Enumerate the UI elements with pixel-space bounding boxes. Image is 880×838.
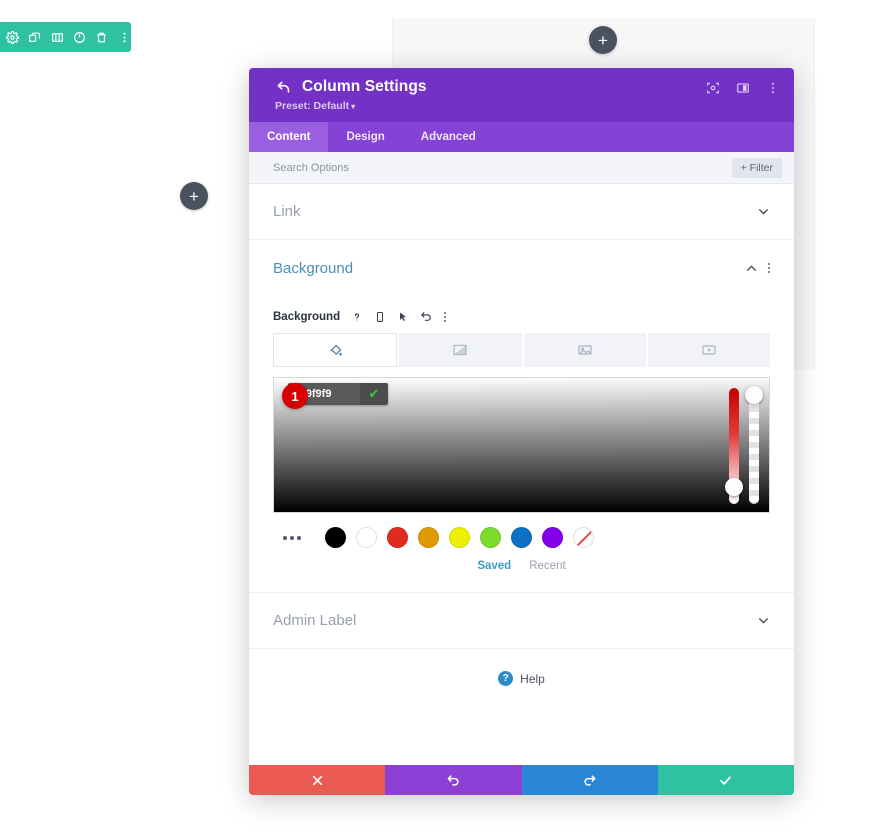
column-settings-modal: Column Settings Preset: Default ▾ Conten…	[249, 68, 794, 795]
background-field-label-row: Background	[273, 310, 770, 323]
disable-power-icon[interactable]	[73, 30, 86, 45]
add-module-button-left[interactable]: +	[180, 182, 208, 210]
swatch-orange[interactable]	[418, 527, 439, 548]
background-color-tab[interactable]	[273, 333, 398, 367]
background-gradient-tab[interactable]	[399, 333, 522, 367]
chevron-up-icon[interactable]	[745, 262, 758, 275]
tab-recent-colors[interactable]: Recent	[529, 560, 565, 572]
swatch-white[interactable]	[356, 527, 377, 548]
section-admin-label[interactable]: Admin Label	[249, 593, 794, 649]
trash-icon[interactable]	[95, 30, 108, 45]
swatch-black[interactable]	[325, 527, 346, 548]
color-sliders	[725, 386, 763, 504]
redo-arrow-icon	[584, 774, 596, 786]
saturation-value-area[interactable]: ✔	[273, 377, 770, 513]
checkmark-icon	[720, 776, 732, 785]
background-type-tabs	[273, 333, 770, 367]
header-icon-group	[706, 81, 780, 95]
swatch-green[interactable]	[480, 527, 501, 548]
back-arrow-icon[interactable]	[275, 79, 291, 95]
hue-slider[interactable]	[725, 388, 743, 504]
more-menu-icon[interactable]	[766, 81, 780, 95]
undo-button[interactable]	[385, 765, 522, 795]
alpha-slider[interactable]	[745, 386, 763, 504]
columns-icon[interactable]	[51, 30, 64, 45]
swatch-transparent[interactable]	[573, 527, 594, 548]
modal-body: Link Background Background 1 #f9f9f9 ✔ S…	[249, 184, 794, 765]
tab-content[interactable]: Content	[249, 122, 329, 152]
more-swatches-icon[interactable]	[283, 535, 301, 540]
swatch-blue[interactable]	[511, 527, 532, 548]
cancel-button[interactable]	[249, 765, 386, 795]
background-image-tab[interactable]	[523, 333, 646, 367]
preset-label: Preset: Default	[275, 100, 350, 112]
help-question-icon[interactable]	[351, 311, 363, 323]
hue-slider-handle[interactable]	[725, 478, 743, 496]
search-input[interactable]	[273, 161, 593, 174]
chevron-down-icon	[759, 618, 768, 624]
section-background[interactable]: Background	[249, 240, 794, 296]
background-field-label: Background	[273, 310, 341, 323]
modal-tab-bar: Content Design Advanced	[249, 122, 794, 152]
duplicate-icon[interactable]	[28, 30, 41, 45]
tab-advanced[interactable]: Advanced	[403, 122, 494, 152]
swatch-source-tabs: Saved Recent	[273, 560, 770, 572]
field-more-menu-icon[interactable]	[444, 311, 447, 322]
color-swatch-row	[273, 527, 770, 548]
close-x-icon	[312, 775, 322, 785]
help-question-circle-icon: ?	[498, 671, 514, 686]
split-view-icon[interactable]	[736, 81, 750, 95]
section-link[interactable]: Link	[249, 184, 794, 240]
swatch-yellow[interactable]	[449, 527, 470, 548]
preset-selector[interactable]: Preset: Default ▾	[275, 100, 355, 112]
hex-confirm-button[interactable]: ✔	[360, 383, 388, 405]
modal-header: Column Settings Preset: Default ▾	[249, 68, 794, 122]
tab-saved-colors[interactable]: Saved	[477, 560, 511, 572]
more-options-icon[interactable]	[118, 30, 131, 45]
swatch-red[interactable]	[387, 527, 408, 548]
undo-arrow-icon	[447, 774, 459, 786]
page-title: Column Settings	[302, 78, 427, 95]
section-more-menu-icon[interactable]	[768, 263, 770, 273]
reset-undo-icon[interactable]	[420, 310, 433, 323]
alpha-slider-handle[interactable]	[745, 386, 763, 404]
swatch-purple[interactable]	[542, 527, 563, 548]
background-video-tab[interactable]	[647, 333, 770, 367]
step-badge-1: 1	[282, 383, 308, 409]
hover-cursor-icon[interactable]	[397, 311, 409, 323]
settings-gear-icon[interactable]	[6, 30, 20, 45]
save-button[interactable]	[657, 765, 794, 795]
tab-design[interactable]: Design	[328, 122, 402, 152]
editor-root: + + Column Settings Preset: Default ▾ Co…	[0, 0, 880, 838]
filter-button[interactable]: + Filter	[731, 157, 782, 178]
modal-footer	[249, 765, 794, 795]
section-background-label: Background	[273, 259, 354, 277]
module-hover-toolbar[interactable]	[0, 22, 131, 52]
help-link[interactable]: ? Help	[249, 649, 794, 710]
help-label: Help	[520, 671, 545, 686]
chevron-down-icon	[759, 209, 768, 215]
background-settings-panel: Background 1 #f9f9f9 ✔ Saved Recent	[249, 296, 794, 593]
section-link-label: Link	[273, 203, 301, 220]
search-bar: + Filter	[249, 152, 794, 184]
preset-caret-icon: ▾	[351, 102, 356, 111]
section-admin-label-text: Admin Label	[273, 612, 357, 629]
add-section-button-top[interactable]: +	[589, 26, 617, 54]
focus-icon[interactable]	[706, 81, 720, 95]
responsive-mobile-icon[interactable]	[374, 311, 386, 323]
redo-button[interactable]	[521, 765, 658, 795]
color-picker: 1 ✔	[273, 377, 770, 572]
